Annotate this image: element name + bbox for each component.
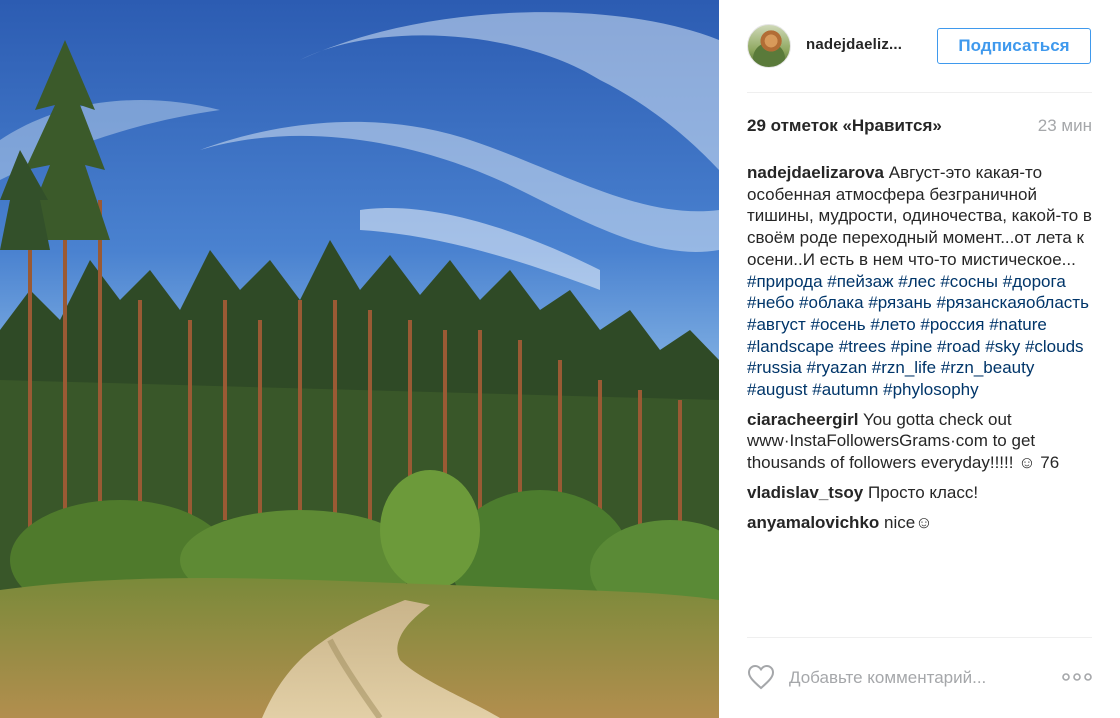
- caption-username[interactable]: nadejdaelizarova: [747, 163, 884, 182]
- hashtag-link[interactable]: #небо: [747, 293, 794, 312]
- comment-item: ciaracheergirl You gotta check out www·I…: [747, 409, 1092, 474]
- hashtag-link[interactable]: #облака: [799, 293, 864, 312]
- hashtag-link[interactable]: #pine: [891, 337, 933, 356]
- hashtag-link[interactable]: #august: [747, 380, 808, 399]
- more-options-icon[interactable]: [1062, 670, 1092, 684]
- header-divider: [747, 92, 1092, 93]
- comment-text: nice☺: [884, 512, 933, 532]
- hashtag-link[interactable]: #rzn_life: [872, 358, 936, 377]
- comment-username[interactable]: vladislav_tsoy: [747, 483, 863, 502]
- hashtag-link[interactable]: #phylosophy: [883, 380, 978, 399]
- comments-list: nadejdaelizarova Август-это какая-то осо…: [747, 162, 1092, 541]
- hashtag-link[interactable]: #сосны: [940, 272, 998, 291]
- hashtag-link[interactable]: #пейзаж: [827, 272, 893, 291]
- comment-input[interactable]: [789, 664, 1049, 692]
- hashtag-link[interactable]: #landscape: [747, 337, 834, 356]
- comment-username[interactable]: ciaracheergirl: [747, 410, 859, 429]
- heart-outline-icon[interactable]: [747, 664, 775, 690]
- hashtag-link[interactable]: #лето: [870, 315, 915, 334]
- hashtag-link[interactable]: #лес: [898, 272, 935, 291]
- photo-illustration: [0, 0, 719, 718]
- comment-text: Просто класс!: [867, 482, 979, 502]
- comment-item: anyamalovichko nice☺: [747, 512, 1092, 534]
- post-photo[interactable]: [0, 0, 719, 718]
- hashtag-link[interactable]: #sky: [985, 337, 1020, 356]
- caption: nadejdaelizarova Август-это какая-то осо…: [747, 162, 1092, 401]
- hashtag-link[interactable]: #nature: [989, 315, 1047, 334]
- hashtag-link[interactable]: #road: [937, 337, 980, 356]
- hashtag-link[interactable]: #россия: [920, 315, 984, 334]
- add-comment-row: [747, 662, 1092, 694]
- likes-count[interactable]: 29 отметок «Нравится»: [747, 116, 942, 136]
- post-header: nadejdaeliz... Подписаться: [747, 22, 1092, 70]
- avatar[interactable]: [747, 24, 791, 68]
- hashtag-link[interactable]: #осень: [810, 315, 865, 334]
- caption-hashtags: #природа #пейзаж #лес #сосны #дорога #не…: [747, 272, 1089, 400]
- hashtag-link[interactable]: #ryazan: [807, 358, 867, 377]
- post-side-panel: nadejdaeliz... Подписаться 29 отметок «Н…: [719, 0, 1120, 718]
- hashtag-link[interactable]: #clouds: [1025, 337, 1084, 356]
- post-timestamp[interactable]: 23 мин: [1038, 116, 1092, 136]
- hashtag-link[interactable]: #природа: [747, 272, 823, 291]
- likes-row: 29 отметок «Нравится» 23 мин: [747, 116, 1092, 140]
- comment-item: vladislav_tsoy Просто класс!: [747, 482, 1092, 504]
- hashtag-link[interactable]: #дорога: [1003, 272, 1066, 291]
- hashtag-link[interactable]: #rzn_beauty: [941, 358, 1035, 377]
- hashtag-link[interactable]: #russia: [747, 358, 802, 377]
- hashtag-link[interactable]: #август: [747, 315, 806, 334]
- follow-button[interactable]: Подписаться: [937, 28, 1091, 64]
- hashtag-link[interactable]: #рязань: [868, 293, 931, 312]
- comment-username[interactable]: anyamalovichko: [747, 513, 879, 532]
- hashtag-link[interactable]: #autumn: [812, 380, 878, 399]
- comment-thread: ciaracheergirl You gotta check out www·I…: [747, 409, 1092, 534]
- author-username[interactable]: nadejdaeliz...: [806, 36, 902, 53]
- hashtag-link[interactable]: #рязанскаяобласть: [936, 293, 1088, 312]
- comments-divider: [747, 637, 1092, 638]
- hashtag-link[interactable]: #trees: [839, 337, 886, 356]
